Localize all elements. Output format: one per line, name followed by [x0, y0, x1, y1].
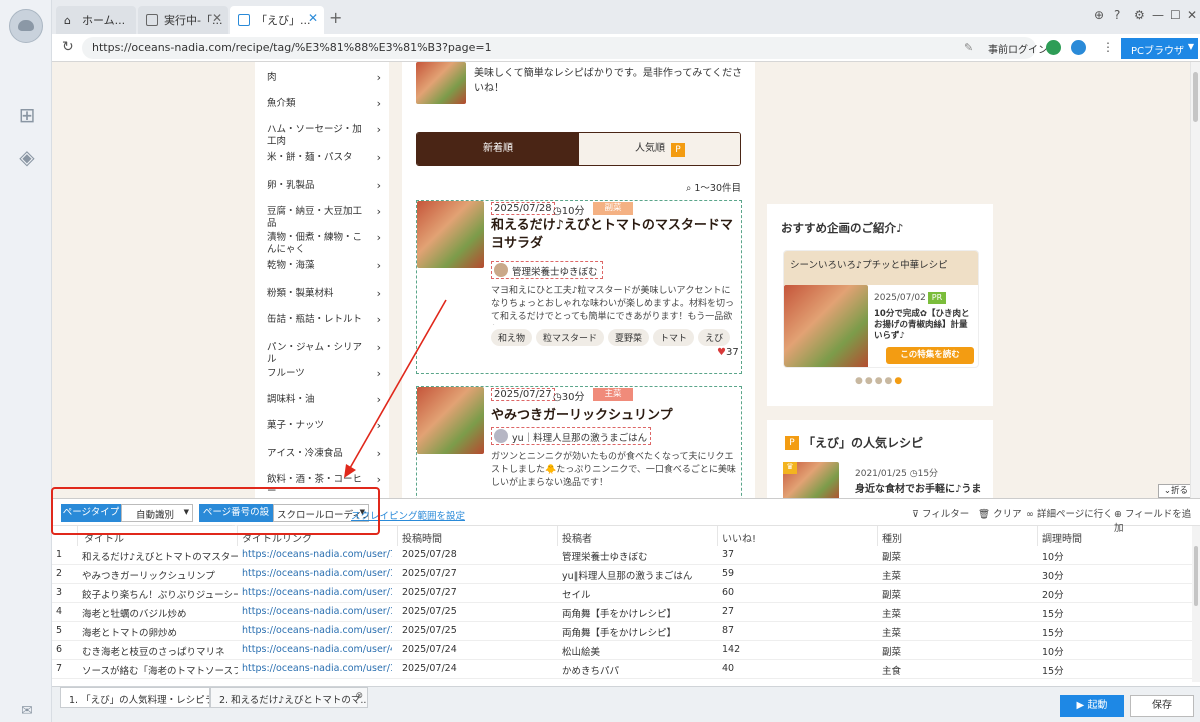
page-num-label: ページ番号の設定 [199, 504, 273, 536]
table-row[interactable]: 4 海老と牡蠣のバジル炒め https://oceans-nadia.com/use… [52, 603, 1192, 622]
table-cell: 管理栄養士ゆきぼむ [562, 552, 648, 563]
row-number: 5 [56, 625, 63, 636]
table-cell: 松山絵美 [562, 647, 601, 658]
table-cell: 37 [722, 549, 735, 560]
task-tab-2[interactable]: 2. 和えるだけ♪えびとトマトのマ... ⊗ [210, 687, 368, 708]
row-number: 3 [56, 587, 63, 598]
clear-button[interactable]: 🗑 クリア [978, 506, 1022, 520]
table-cell: 10分 [1042, 552, 1064, 563]
column-header[interactable]: 調理時間 [1038, 526, 1192, 546]
table-cell: 2025/07/28 [402, 549, 457, 560]
table-cell: 海老とトマトの卵炒め [82, 628, 178, 639]
table-cell: ソースが絡む「海老のトマトソースフ... [82, 666, 238, 677]
start-button[interactable]: ▶ 起動 [1060, 695, 1124, 717]
page-type-select[interactable]: 自動識別 ▼ [121, 504, 193, 522]
bottom-bar: 1. 「えび」の人気料理・レシピラ... 2. 和えるだけ♪えびとトマトのマ..… [52, 686, 1200, 722]
trash-icon: 🗑 [978, 509, 991, 520]
table-cell: 2025/07/25 [402, 606, 457, 617]
column-header[interactable]: 投稿時間 [398, 526, 558, 546]
table-cell: 30分 [1042, 571, 1064, 582]
table-cell: 60 [722, 587, 735, 598]
save-button[interactable]: 保存 [1130, 695, 1194, 717]
filter-label: フィルター [922, 509, 970, 520]
table-cell: https://oceans-nadia.com/user/45109/re..… [242, 644, 392, 655]
table-cell: https://oceans-nadia.com/user/196104/r..… [242, 606, 392, 617]
table-row[interactable]: 1 和えるだけ♪えびとトマトのマスタード... https://oceans-nad… [52, 546, 1192, 565]
row-num-header [52, 526, 78, 546]
scrape-range-link[interactable]: スクレイピング範囲を設定 [351, 508, 465, 522]
table-cell: 海老と牡蠣のバジル炒め [82, 609, 187, 620]
plus-circle-icon: ⊕ [1114, 509, 1122, 520]
table-cell: 87 [722, 625, 735, 636]
goto-detail-button[interactable]: ∞ 詳細ページに行く [1026, 506, 1113, 520]
chevron-down-icon: ▼ [183, 508, 189, 516]
close-icon[interactable]: ⊗ [355, 691, 363, 701]
table-cell: 15分 [1042, 666, 1064, 677]
table-cell: https://oceans-nadia.com/user/12091/re..… [242, 663, 392, 674]
table-cell: 27 [722, 606, 735, 617]
table-cell: https://oceans-nadia.com/user/739440/r..… [242, 549, 392, 560]
extractor-toolbar: ページタイプ 自動識別 ▼ ページ番号の設定 スクロールローディン ▼ スクレイ… [52, 498, 1200, 536]
table-cell: むき海老と枝豆のさっぱりマリネ [82, 647, 225, 658]
table-cell: 15分 [1042, 609, 1064, 620]
table-row[interactable]: 3 餃子より楽ちん！ぷりぷりジューシー... https://oceans-nadi… [52, 584, 1192, 603]
table-cell: 両角舞【手をかけレシピ】 [562, 609, 677, 620]
filter-icon: ⊽ [912, 509, 919, 520]
column-header[interactable]: いいね! [718, 526, 878, 546]
table-cell: 2025/07/24 [402, 663, 457, 674]
column-header[interactable]: タイトル [78, 526, 238, 546]
goto-detail-label: 詳細ページに行く [1036, 509, 1113, 520]
page-type-value: 自動識別 [136, 510, 175, 521]
table-cell: 副菜 [882, 552, 902, 563]
table-cell: yu‖料理人旦那の激うまごはん [562, 571, 693, 582]
table-row[interactable]: 2 やみつきガーリックシュリンプ https://oceans-nadia.com/… [52, 565, 1192, 584]
table-cell: セイル [562, 590, 591, 601]
table-cell: 主菜 [882, 571, 902, 582]
link-icon: ∞ [1026, 509, 1034, 520]
task-tab-1[interactable]: 1. 「えび」の人気料理・レシピラ... [60, 687, 210, 708]
table-scrollbar[interactable] [1192, 526, 1200, 682]
task-tab-2-label: 2. 和えるだけ♪えびとトマトのマ... [219, 695, 368, 706]
row-number: 1 [56, 549, 63, 560]
table-cell: 副菜 [882, 590, 902, 601]
scrollbar-thumb[interactable] [1194, 546, 1198, 606]
table-cell: 餃子より楽ちん！ぷりぷりジューシー... [82, 590, 238, 601]
table-cell: 主菜 [882, 628, 902, 639]
table-cell: やみつきガーリックシュリンプ [82, 571, 215, 582]
table-cell: 主菜 [882, 609, 902, 620]
table-row[interactable]: 5 海老とトマトの卵炒め https://oceans-nadia.com/user… [52, 622, 1192, 641]
column-header[interactable]: 種別 [878, 526, 1038, 546]
table-cell: 2025/07/25 [402, 625, 457, 636]
table-cell: 両角舞【手をかけレシピ】 [562, 628, 677, 639]
table-cell: 和えるだけ♪えびとトマトのマスタード... [82, 552, 238, 563]
table-row[interactable]: 6 むき海老と枝豆のさっぱりマリネ https://oceans-nadia.com… [52, 641, 1192, 660]
filter-button[interactable]: ⊽ フィルター [912, 506, 969, 520]
table-cell: 2025/07/24 [402, 644, 457, 655]
play-icon: ▶ [1076, 700, 1085, 711]
row-number: 2 [56, 568, 63, 579]
page-type-label: ページタイプ [61, 504, 121, 522]
table-cell: https://oceans-nadia.com/user/196104/r..… [242, 625, 392, 636]
row-number: 4 [56, 606, 63, 617]
table-cell: 10分 [1042, 647, 1064, 658]
table-cell: 副菜 [882, 647, 902, 658]
table-cell: かめきちパパ [562, 666, 620, 677]
table-cell: 2025/07/27 [402, 568, 457, 579]
table-cell: 主食 [882, 666, 902, 677]
table-cell: 142 [722, 644, 741, 655]
table-cell: 40 [722, 663, 735, 674]
column-header[interactable]: 投稿者 [558, 526, 718, 546]
table-cell: 59 [722, 568, 735, 579]
table-cell: 20分 [1042, 590, 1064, 601]
table-row[interactable]: 7 ソースが絡む「海老のトマトソースフ... https://oceans-nadi… [52, 660, 1192, 679]
clear-label: クリア [993, 509, 1022, 520]
table-cell: https://oceans-nadia.com/user/1290242/..… [242, 587, 392, 598]
table-cell: https://oceans-nadia.com/user/1330814/..… [242, 568, 392, 579]
row-number: 6 [56, 644, 63, 655]
start-label: 起動 [1087, 700, 1108, 711]
table-cell: 2025/07/27 [402, 587, 457, 598]
table-cell: 15分 [1042, 628, 1064, 639]
row-number: 7 [56, 663, 63, 674]
column-header[interactable]: タイトルリンク [238, 526, 398, 546]
